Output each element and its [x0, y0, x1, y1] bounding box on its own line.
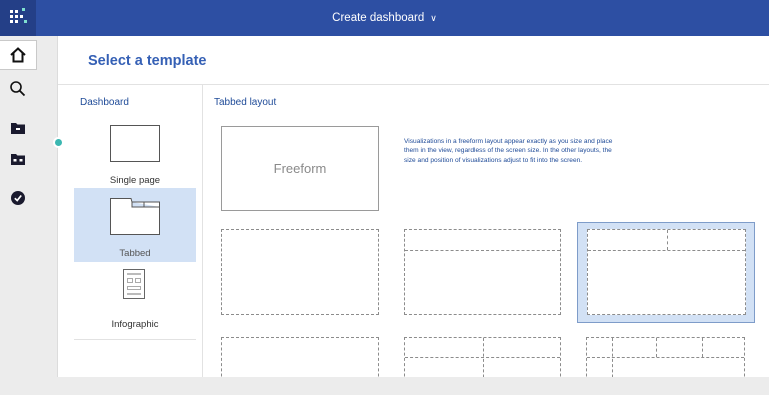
bottom-bar: [0, 377, 769, 395]
my-content-button[interactable]: [0, 113, 36, 143]
option-tabbed[interactable]: Tabbed: [74, 188, 196, 262]
single-page-label: Single page: [109, 175, 161, 186]
template-header-body[interactable]: [404, 229, 561, 315]
chevron-down-icon: ∨: [430, 12, 437, 23]
options-divider: [74, 339, 196, 340]
title-divider: [58, 84, 769, 85]
folder-icon: [11, 123, 25, 134]
notification-dot: [53, 137, 64, 148]
team-folder-icon: [11, 154, 25, 165]
home-icon: [10, 47, 26, 63]
layout-description: Visualizations in a freeform layout appe…: [404, 138, 613, 164]
navigation-rail: [0, 36, 58, 395]
topbar-title-text: Create dashboard: [332, 12, 425, 24]
search-icon: [10, 81, 26, 97]
infographic-label: Infographic: [111, 319, 159, 330]
recent-button[interactable]: [0, 183, 36, 213]
tabbed-label: Tabbed: [119, 248, 151, 259]
option-single-page[interactable]: Single page: [74, 120, 196, 188]
template-freeform[interactable]: Freeform: [221, 126, 379, 211]
column-divider: [202, 85, 203, 377]
recent-icon: [11, 191, 25, 205]
template-blank[interactable]: [221, 229, 379, 315]
dashboard-heading: Dashboard: [80, 97, 129, 108]
infographic-thumbnail: [123, 269, 145, 299]
top-bar: Create dashboard ∨: [0, 0, 769, 36]
dashboard-title-menu[interactable]: Create dashboard ∨: [0, 0, 769, 36]
option-infographic[interactable]: Infographic: [74, 262, 196, 334]
home-button[interactable]: [0, 40, 37, 70]
tabbed-thumbnail: [110, 198, 160, 235]
search-button[interactable]: [0, 74, 36, 104]
freeform-label: Freeform: [273, 161, 327, 176]
team-content-button[interactable]: [0, 144, 36, 174]
template-two-header-body[interactable]: [577, 222, 755, 323]
layout-heading: Tabbed layout: [214, 97, 277, 108]
page-title: Select a template: [88, 53, 207, 69]
single-page-thumbnail: [110, 125, 160, 162]
